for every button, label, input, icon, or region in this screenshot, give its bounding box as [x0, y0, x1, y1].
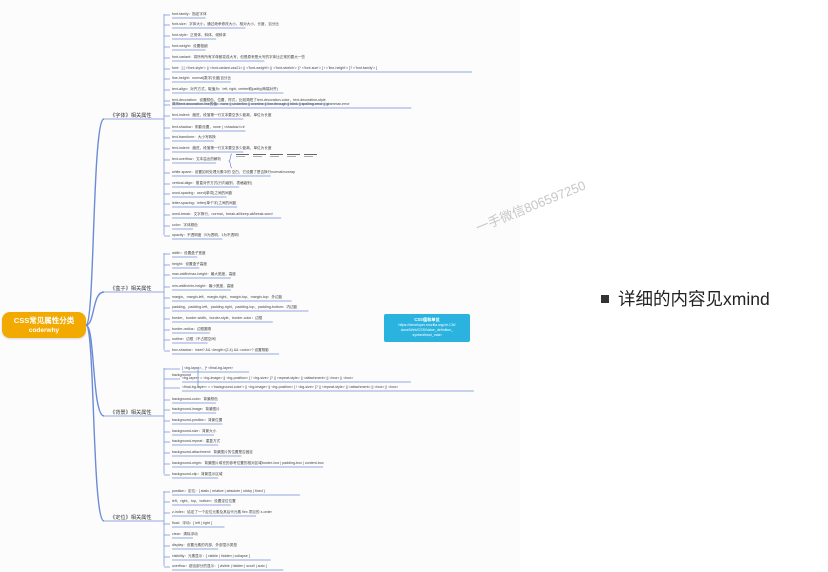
- leaf-node[interactable]: font-size：字体大小，通过继承修改大小，相对大小，长度，百分比: [172, 22, 279, 27]
- leaf-node[interactable]: text-align：对齐方式，取值为：left, right, center和…: [172, 87, 278, 92]
- leaf-node[interactable]: background-origin：背景图片填充的参考位置的相对区域border…: [172, 461, 324, 466]
- leaf-node[interactable]: clear：清除浮动: [172, 532, 198, 537]
- example-thumbnail: [253, 154, 266, 158]
- leaf-node[interactable]: background-color：背景颜色: [172, 397, 218, 402]
- leaf-node[interactable]: background-position：背景位置: [172, 418, 222, 423]
- leaf-node[interactable]: vertical-align：垂直对齐方式(行内级别，表格级别): [172, 181, 252, 186]
- connector-line: [85, 324, 105, 522]
- leaf-node[interactable]: background-attachment：背景图片的位置是否固定: [172, 450, 253, 455]
- leaf-node[interactable]: float：浮动：[ left | right ]: [172, 521, 212, 526]
- leaf-node[interactable]: opacity：不透明度（0为透明，1为不透明）: [172, 233, 241, 238]
- leaf-node[interactable]: letter-spacing：letter(单个字)之间的间距: [172, 201, 236, 206]
- leaf-node[interactable]: height：设置盒子高度: [172, 262, 207, 267]
- leaf-node[interactable]: width：设置盒子宽度: [172, 251, 206, 256]
- info-box-url[interactable]: https://developer.mozilla.org/zh-CN/ doc…: [384, 323, 470, 338]
- leaf-node[interactable]: [ <bg-layer>，]* <final-bg-layer>: [182, 366, 233, 371]
- css-values-link-box[interactable]: CSS值和单位 https://developer.mozilla.org/zh…: [384, 314, 470, 342]
- leaf-node[interactable]: text-indent：缩进，段落第一行文本要空多少距离，单位为长度: [172, 113, 271, 118]
- example-thumbnail: [287, 154, 300, 158]
- leaf-node[interactable]: text-indent：缩进，段落第一行文本要空多少距离，单位为长度: [172, 146, 271, 151]
- leaf-node[interactable]: white-space：设置如何处理元素中的 空白，它设置了是否换行normal…: [172, 170, 295, 175]
- leaf-node[interactable]: word-spacing：word(单词)之间的间距: [172, 191, 232, 196]
- leaf-node[interactable]: color：字体颜色: [172, 223, 198, 228]
- branch-label[interactable]: 《定位》相关属性: [110, 514, 152, 521]
- leaf-node[interactable]: left、right、top、bottom：设置定位位置: [172, 499, 236, 504]
- leaf-node[interactable]: min-width/min-height：最小宽度，高度: [172, 284, 234, 289]
- leaf-node[interactable]: font-style：正常体、斜体、倾斜体: [172, 33, 226, 38]
- leaf-node[interactable]: background-clip：背景显示区域: [172, 472, 223, 477]
- leaf-node[interactable]: word-break：文字换行，normal，break-all/keep-al…: [172, 212, 272, 217]
- leaf-node[interactable]: font-family：指定字体: [172, 12, 207, 17]
- leaf-node[interactable]: padding、padding-left、padding-right、paddi…: [172, 305, 297, 310]
- root-node[interactable]: CSS常见属性分类 coderwhy: [2, 312, 86, 338]
- leaf-node[interactable]: background-repeat：重复方式: [172, 439, 220, 444]
- leaf-node[interactable]: visibility：元素显示：[ visible | hidden | col…: [172, 554, 250, 559]
- leaf-node[interactable]: text-shadow：阴影设置，none | <shadow-t>#: [172, 125, 245, 130]
- connector-line: [85, 118, 105, 326]
- leaf-node[interactable]: font-weight：设置粗细: [172, 44, 208, 49]
- leaf-node[interactable]: line-height：normal|数字|长度|百分比: [172, 76, 231, 81]
- square-bullet-icon: [601, 294, 609, 303]
- branch-label[interactable]: 《盒子》相关属性: [110, 285, 152, 292]
- leaf-node[interactable]: box-shadow：inset? && <length>{2,4} && <c…: [172, 348, 269, 353]
- leaf-node[interactable]: text-transform：大小写转换: [172, 135, 216, 140]
- example-thumbnail: [304, 154, 317, 158]
- leaf-node[interactable]: border-radius：边框圆角: [172, 327, 211, 332]
- leaf-node[interactable]: border、border-width、border-style、border-…: [172, 316, 262, 321]
- leaf-node[interactable]: display：设置元素的内部、外部显示类型: [172, 543, 237, 548]
- leaf-node[interactable]: background-size：背景大小: [172, 429, 216, 434]
- branch-label[interactable]: 《背景》相关属性: [110, 409, 152, 416]
- leaf-node[interactable]: z-index：给定了一个定位元素及其后代元素 flex 项目的 z-order: [172, 510, 272, 515]
- xmind-note: 详细的内容见xmind: [601, 286, 770, 311]
- leaf-node[interactable]: 简写text-decoration-line的值：none || underli…: [172, 102, 350, 107]
- leaf-node[interactable]: outline：边框（不占据空间）: [172, 337, 219, 342]
- leaf-node[interactable]: background-image：背景图片: [172, 407, 220, 412]
- leaf-node[interactable]: <final-bg-layer> = <'background-color'> …: [182, 385, 398, 390]
- mindmap-canvas: CSS常见属性分类 coderwhy 《字体》相关属性 font-family：指…: [0, 0, 588, 572]
- leaf-node[interactable]: <bg-layer> = <bg-image> || <bg-position>…: [182, 376, 353, 381]
- leaf-node[interactable]: font-variant：将所有所有字母都变成大写，但是原来是大写的字体比正常的…: [172, 55, 305, 60]
- background-subbranch-label[interactable]: background: [172, 373, 191, 378]
- mindmap-connectors: [85, 14, 474, 571]
- example-thumbnail: [270, 154, 283, 158]
- root-title: CSS常见属性分类: [13, 316, 75, 325]
- leaf-node[interactable]: overflow：超出部分的显示：[ visible | hidden | sc…: [172, 564, 267, 569]
- note-text: 详细的内容见xmind: [618, 289, 770, 309]
- leaf-node[interactable]: text-overflow：文本溢出的解析: [172, 157, 221, 162]
- branch-label[interactable]: 《字体》相关属性: [110, 112, 152, 119]
- leaf-node[interactable]: margin、margin-left、margin-right、margin-t…: [172, 295, 282, 300]
- leaf-node[interactable]: font：[ [ <'font-style'> || <font-variant…: [172, 66, 377, 71]
- example-thumbnail: [236, 154, 249, 158]
- leaf-node[interactable]: max-width/max-height：最大宽度，高度: [172, 272, 236, 277]
- leaf-node[interactable]: position：定位：[ static | relative | absolu…: [172, 489, 265, 494]
- root-subtitle: coderwhy: [28, 327, 60, 334]
- leaf-connector: [228, 153, 233, 169]
